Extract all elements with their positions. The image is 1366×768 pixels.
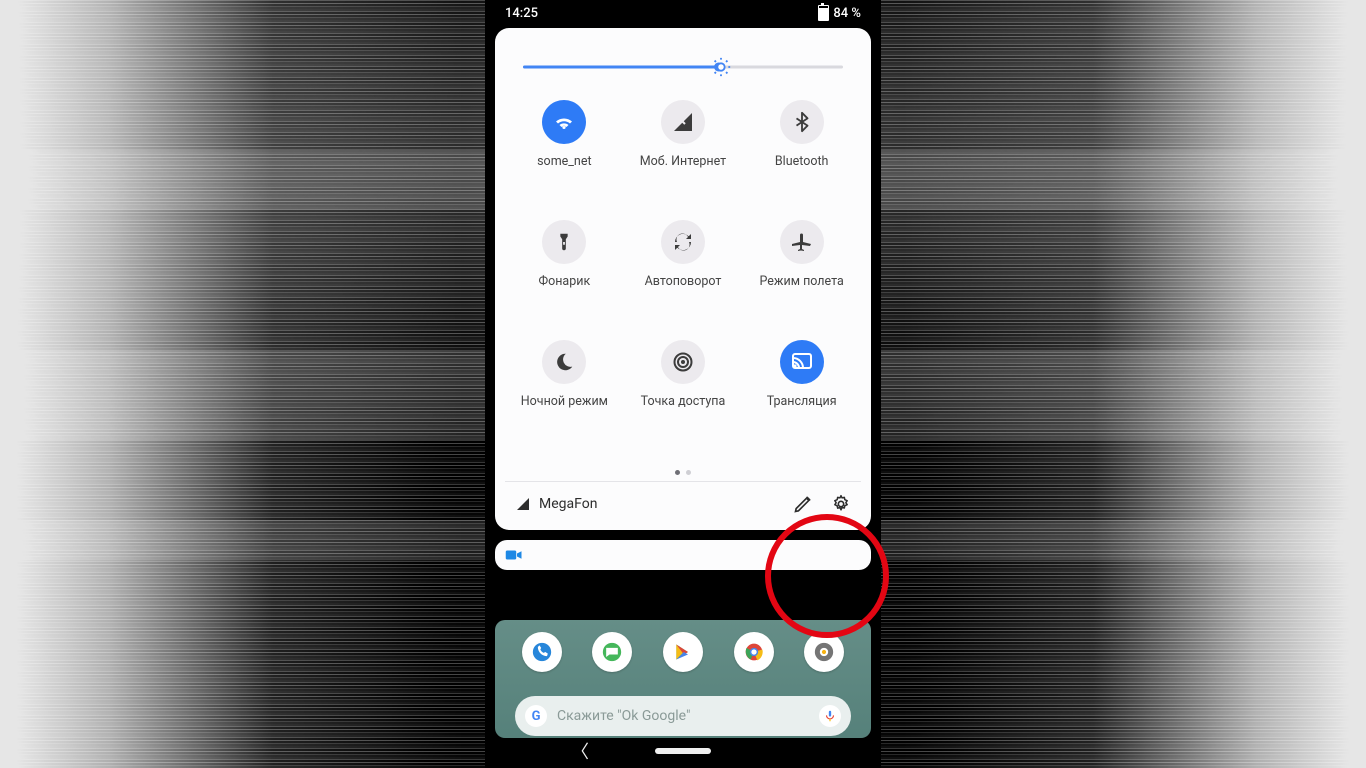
edit-tiles-button[interactable]	[793, 494, 813, 514]
status-right: 84 %	[818, 5, 861, 21]
app-messages-icon[interactable]	[592, 632, 632, 672]
mic-icon[interactable]	[819, 705, 841, 727]
wifi-icon	[542, 100, 586, 144]
video-recording-icon	[505, 548, 523, 562]
night-icon	[542, 340, 586, 384]
qs-tile-label: Точка доступа	[641, 394, 726, 410]
notification-card[interactable]	[495, 540, 871, 570]
settings-button[interactable]	[831, 494, 851, 514]
qs-tile-night[interactable]: Ночной режим	[509, 340, 619, 410]
signal-icon	[515, 496, 531, 512]
flashlight-icon	[542, 220, 586, 264]
qs-tile-label: Трансляция	[767, 394, 837, 410]
qs-tile-label: some_net	[537, 154, 591, 170]
autorotate-icon	[661, 220, 705, 264]
google-search-bar[interactable]: G Скажите "Ok Google"	[515, 696, 851, 736]
brightness-thumb-icon[interactable]	[710, 56, 732, 78]
navigation-bar: 〈	[491, 734, 875, 768]
qs-tile-label: Режим полета	[759, 274, 843, 290]
quick-settings-panel: some_net Моб. Интернет Bluetooth Фонарик Авт…	[495, 28, 871, 530]
battery-percent: 84 %	[833, 6, 861, 21]
page-indicator[interactable]	[505, 470, 861, 475]
qs-tile-cast[interactable]: Трансляция	[747, 340, 857, 410]
qs-tile-label: Bluetooth	[775, 154, 829, 170]
search-placeholder: Скажите "Ok Google"	[557, 708, 690, 724]
pencil-icon	[793, 494, 813, 514]
carrier-label: MegaFon	[515, 496, 597, 512]
gear-icon	[831, 494, 851, 514]
quick-settings-grid: some_net Моб. Интернет Bluetooth Фонарик Авт…	[505, 100, 861, 460]
qs-tile-label: Ночной режим	[521, 394, 608, 410]
bluetooth-icon	[780, 100, 824, 144]
phone-screen: 14:25 84 % G Скажите "Ok Google"	[491, 0, 875, 768]
phone-frame: 14:25 84 % G Скажите "Ok Google"	[485, 0, 881, 768]
qs-tile-wifi[interactable]: some_net	[509, 100, 619, 170]
qs-tile-bluetooth[interactable]: Bluetooth	[747, 100, 857, 170]
app-chrome-icon[interactable]	[734, 632, 774, 672]
qs-tile-flashlight[interactable]: Фонарик	[509, 220, 619, 290]
brightness-slider[interactable]	[523, 52, 843, 82]
google-g-icon: G	[525, 705, 547, 727]
app-camera-icon[interactable]	[804, 632, 844, 672]
quick-settings-footer: MegaFon	[505, 481, 861, 522]
app-playstore-icon[interactable]	[663, 632, 703, 672]
nav-home-pill[interactable]	[655, 748, 711, 754]
qs-tile-autorotate[interactable]: Автоповорот	[628, 220, 738, 290]
qs-tile-hotspot[interactable]: Точка доступа	[628, 340, 738, 410]
page-dot[interactable]	[686, 470, 691, 475]
app-phone-icon[interactable]	[522, 632, 562, 672]
status-time: 14:25	[505, 6, 538, 21]
status-bar: 14:25 84 %	[491, 0, 875, 26]
qs-tile-label: Фонарик	[538, 274, 590, 290]
brightness-fill	[523, 66, 721, 69]
battery-icon	[818, 5, 829, 21]
qs-tile-label: Автоповорот	[645, 274, 722, 290]
page-dot[interactable]	[675, 470, 680, 475]
nav-back-button[interactable]: 〈	[571, 738, 589, 764]
qs-tile-mobile-data[interactable]: Моб. Интернет	[628, 100, 738, 170]
mobile-data-icon	[661, 100, 705, 144]
cast-icon	[780, 340, 824, 384]
qs-tile-airplane[interactable]: Режим полета	[747, 220, 857, 290]
airplane-icon	[780, 220, 824, 264]
qs-tile-label: Моб. Интернет	[640, 154, 726, 170]
carrier-name: MegaFon	[539, 496, 597, 512]
hotspot-icon	[661, 340, 705, 384]
home-app-row	[491, 632, 875, 672]
